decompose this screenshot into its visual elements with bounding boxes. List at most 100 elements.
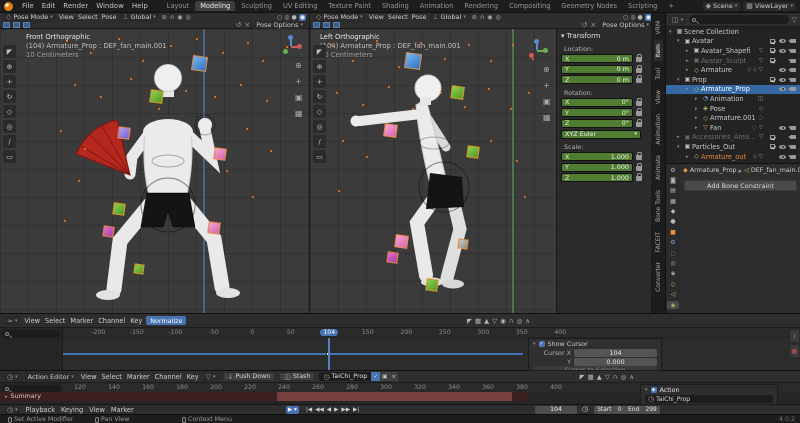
orientation-dropdown[interactable]: ⊥Global▾ [119, 13, 158, 22]
outliner-display-mode[interactable]: ◫▾ [669, 15, 686, 24]
action-name-field[interactable]: ◷TaiChi_Prop [319, 372, 371, 381]
camera-icon[interactable] [790, 135, 796, 139]
graph-header-icon[interactable]: ▦ [475, 317, 481, 325]
viewport-menu[interactable]: View [369, 13, 384, 21]
keyframe-band[interactable] [277, 392, 512, 401]
undo-icon[interactable]: ↺ [236, 21, 242, 29]
frame-range-fields[interactable]: Start0 End299 [594, 406, 660, 414]
close-icon[interactable]: × [244, 21, 250, 29]
topbar-menu[interactable]: File [18, 2, 38, 10]
viewport-tool-button[interactable]: ⊕ [313, 60, 326, 73]
snap-icon[interactable]: ∩ [480, 14, 484, 21]
topbar-menu[interactable]: Render [59, 2, 92, 10]
viewport-tool-button[interactable]: ∕ [313, 135, 326, 148]
sidebar-tab[interactable]: Item [654, 40, 663, 62]
viewport-tool-button[interactable]: + [3, 75, 16, 88]
filter-icon[interactable]: ▽ [792, 16, 797, 24]
scale-field[interactable]: X1.000 [561, 152, 633, 161]
dope-header-icon[interactable]: ▦ [588, 373, 594, 381]
dopesheet-filter-dropdown[interactable]: ▽▾ [203, 372, 219, 381]
shading-icon[interactable]: ◉ [299, 14, 306, 21]
action-editor-mode-dropdown[interactable]: Action Editor▾ [25, 372, 77, 381]
dope-menu[interactable]: Key [187, 373, 199, 381]
mode-dropdown[interactable]: ◇Pose Mode▾ [3, 13, 56, 22]
graph-header-icon[interactable]: ◉ [500, 317, 506, 325]
outliner-row[interactable]: ▸ ▣ Avatar_Sculpt ▽ [666, 56, 800, 66]
graph-header-icon[interactable]: ▲ [484, 317, 489, 325]
shading-icon[interactable]: ● [638, 14, 643, 21]
dope-header-icon[interactable]: ◎ [621, 373, 627, 381]
viewport-menu[interactable]: Select [388, 13, 408, 21]
tool-setting-icon[interactable] [313, 22, 320, 28]
scene-selector[interactable]: ◆Scene▾ [703, 2, 741, 11]
rotation-field[interactable]: Y0° [561, 108, 633, 117]
editor-type-dropdown[interactable]: ◷▾ [4, 405, 21, 414]
ortho-toggle-icon[interactable]: ▦ [295, 109, 303, 118]
sidebar-tab[interactable]: VRM [654, 17, 663, 38]
cursor-to-selection-button[interactable]: Cursor to Selection [534, 366, 656, 371]
camera-icon[interactable] [790, 145, 796, 149]
timeline-menu[interactable]: Playback [26, 406, 55, 414]
workspace-tab[interactable]: Animation [415, 1, 459, 11]
checkbox-icon[interactable] [770, 58, 775, 63]
timeline-menu[interactable]: View [89, 406, 105, 414]
shading-icon[interactable]: ◎ [630, 14, 635, 21]
graph-ruler[interactable]: -200-150-100-50050104150200250300350400 [63, 328, 800, 338]
camera-icon[interactable] [790, 87, 796, 91]
properties-tab-icon[interactable]: ▤ [667, 187, 679, 195]
workspace-tab[interactable]: Geometry Nodes [556, 1, 622, 11]
ortho-toggle-icon[interactable]: ▦ [543, 113, 551, 122]
shading-icon[interactable]: ● [292, 14, 297, 21]
graph-menu[interactable]: Channel [98, 317, 125, 325]
unlink-action-icon[interactable]: × [389, 372, 398, 381]
lock-icon[interactable] [636, 176, 642, 181]
lock-icon[interactable] [636, 68, 642, 73]
graph-menu[interactable]: View [24, 317, 40, 325]
properties-tab-icon[interactable]: ⚙ [667, 239, 679, 247]
tool-setting-icon[interactable] [13, 22, 20, 28]
viewport-tool-button[interactable]: ◇ [3, 105, 16, 118]
graph-header-icon[interactable]: ◤ [467, 317, 472, 325]
viewport-menu[interactable]: Select [78, 13, 98, 21]
workspace-tab[interactable]: Modeling [195, 1, 235, 11]
eye-icon[interactable] [779, 126, 786, 130]
sidebar-tab[interactable]: View [654, 86, 663, 108]
rotation-mode-dropdown[interactable]: XYZ Euler▾ [561, 130, 641, 139]
auto-key-icon[interactable]: ◷ [582, 405, 588, 413]
properties-tab-icon[interactable]: ◈ [667, 270, 679, 278]
close-icon[interactable]: × [590, 21, 596, 29]
location-field[interactable]: X0 m [561, 54, 633, 63]
sidebar-tab[interactable]: Animation [654, 110, 663, 149]
viewport-tool-button[interactable]: ↻ [313, 90, 326, 103]
navigation-gizmo[interactable] [280, 35, 302, 57]
add-bone-constraint-button[interactable]: Add Bone Constraint [684, 180, 797, 191]
sidebar-tab[interactable]: Tool [654, 64, 663, 84]
snap-icon[interactable]: ⊘ [472, 14, 477, 21]
checkbox-icon[interactable] [770, 39, 775, 44]
camera-icon[interactable] [790, 78, 796, 82]
viewport-menu[interactable]: Pose [102, 13, 117, 21]
fcurve-line[interactable] [63, 353, 523, 355]
cursor-x-field[interactable]: 104 [574, 349, 657, 357]
eye-icon[interactable] [779, 78, 786, 82]
camera-icon[interactable] [790, 59, 796, 63]
lock-icon[interactable] [636, 166, 642, 171]
dope-menu[interactable]: Select [101, 373, 121, 381]
snap-icon[interactable]: ◎ [495, 14, 500, 21]
viewport-tool-button[interactable]: ↻ [3, 90, 16, 103]
outliner-row[interactable]: ▸ ◇ Armature_Prop [666, 85, 800, 95]
camera-icon[interactable] [790, 49, 796, 53]
pan-icon[interactable]: + [295, 77, 303, 86]
lock-icon[interactable] [636, 57, 642, 62]
outliner-row[interactable]: ▸ ◔ Animation ◫ [666, 94, 800, 104]
properties-tab-icon[interactable]: ◎ [667, 260, 679, 268]
transport-button[interactable]: ◀◀ [315, 407, 324, 413]
topbar-menu[interactable]: Help [128, 2, 152, 10]
dope-header-icon[interactable]: ▲ [597, 373, 602, 381]
shading-icon[interactable]: ◎ [284, 14, 289, 21]
eye-icon[interactable] [779, 145, 786, 149]
shading-icon[interactable]: ○ [623, 14, 628, 21]
eye-icon[interactable] [779, 155, 786, 159]
properties-tab-icon[interactable]: ■ [667, 228, 679, 236]
viewport-tool-button[interactable]: ◤ [3, 45, 16, 58]
